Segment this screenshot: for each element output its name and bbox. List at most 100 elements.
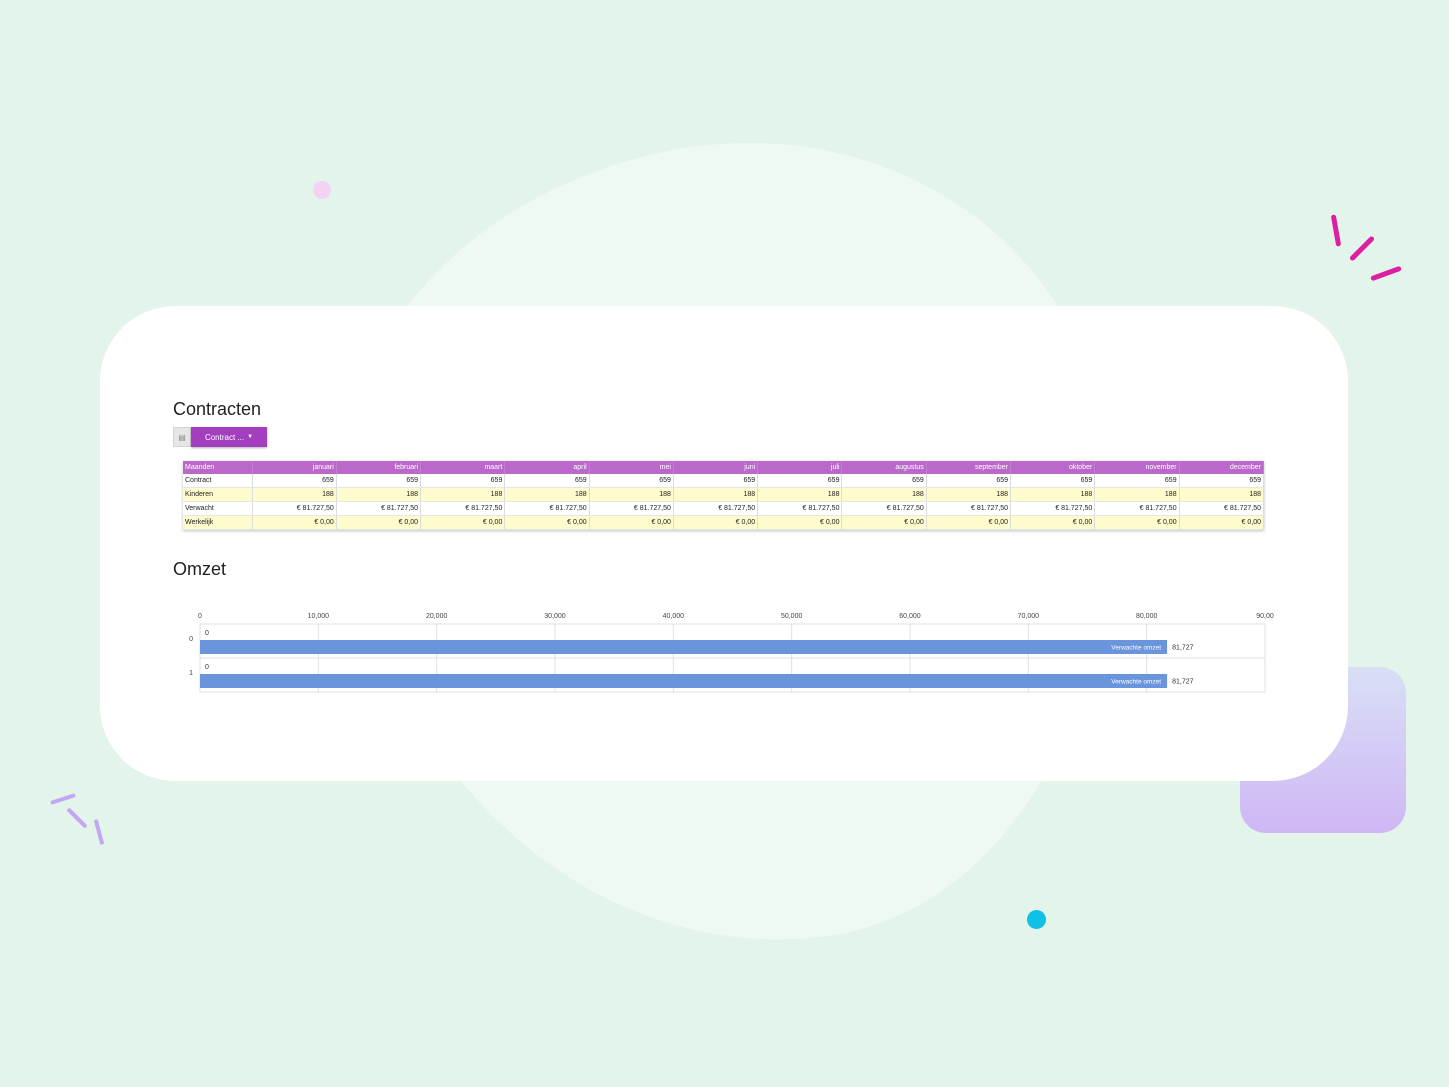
calendar-icon[interactable]: ▤ [173,427,191,447]
table-cell: 659 [1094,474,1180,488]
bar-value-label: 0 [205,630,209,637]
bar-inner-label: Verwachte omzet [1111,679,1161,686]
table-cell: € 0,00 [673,515,759,530]
table-cell: € 81.727,50 [504,501,590,516]
table-header-month: maart [420,461,506,474]
table-row: Verwacht € 81.727,50 € 81.727,50 € 81.727,5… [183,501,1265,516]
dashboard-card: Contracten ▤ Contract ... ▼ Maanden janua… [100,306,1348,781]
table-cell: 659 [1179,474,1265,488]
x-tick-label: 40,000 [663,613,685,620]
table-cell: 659 [1010,474,1096,488]
table-cell: 188 [926,487,1012,502]
table-header-month: december [1179,461,1265,474]
table-cell: € 0,00 [926,515,1012,530]
table-cell: € 81.727,50 [1179,501,1265,516]
table-row: Contract 659 659 659 659 659 659 659 659 659 659 65… [183,474,1265,488]
table-cell: 188 [504,487,590,502]
table-cell: € 0,00 [841,515,927,530]
table-row: Kinderen 188 188 188 188 188 188 188 188 188 188 18… [183,487,1265,502]
table-cell: € 0,00 [1094,515,1180,530]
table-cell: 659 [252,474,337,488]
bar-inner-label: Verwachte omzet [1111,645,1161,652]
contracts-table: Maanden januari februari maart april mei juni j… [183,461,1265,530]
table-cell: 659 [673,474,759,488]
table-header-label: Maanden [183,461,253,474]
bar-value-label: 81,727 [1172,645,1194,652]
table-cell: € 81.727,50 [841,501,927,516]
chevron-down-icon: ▼ [247,434,254,440]
x-tick-label: 20,000 [426,613,448,620]
contracts-title: Contracten [173,399,262,419]
table-cell: € 81.727,50 [673,501,759,516]
table-cell: € 0,00 [336,515,422,530]
table-cell: € 0,00 [252,515,337,530]
table-cell: € 81.727,50 [420,501,506,516]
table-header-month: januari [252,461,337,474]
table-cell: 188 [1179,487,1265,502]
table-cell: € 81.727,50 [589,501,674,516]
table-cell: 188 [757,487,843,502]
table-cell: € 81.727,50 [1010,501,1096,516]
table-cell: € 81.727,50 [757,501,843,516]
x-tick-label: 80,000 [1136,613,1158,620]
decorative-dot-cyan [1027,910,1046,929]
table-cell: 659 [841,474,927,488]
table-header-month: september [926,461,1012,474]
table-cell: 659 [926,474,1012,488]
contract-filter-label: Contract ... [204,432,245,442]
decorative-dash [1330,214,1342,247]
table-header-month: november [1094,461,1180,474]
row-label: Werkelijk [183,515,253,530]
table-header-month: juni [673,461,759,474]
table-cell: 659 [757,474,843,488]
row-label: Verwacht [183,501,253,516]
table-cell: € 0,00 [757,515,843,530]
decorative-dash [93,818,105,846]
bar [200,674,1168,688]
table-cell: 659 [336,474,422,488]
table-cell: € 0,00 [589,515,674,530]
row-label: Contract [183,474,253,488]
table-header-month: juli [757,461,843,474]
y-category-label: 0 [189,636,193,643]
bar-value-label: 0 [205,664,209,671]
table-cell: 659 [420,474,506,488]
x-tick-label: 0 [198,613,202,620]
y-category-label: 1 [189,670,193,677]
table-cell: 188 [589,487,674,502]
bar-value-label: 81,727 [1172,679,1194,686]
revenue-chart: 0 10,000 20,000 30,000 40,000 50,000 60,000 70,… [189,613,1274,693]
table-cell: 188 [673,487,759,502]
decorative-dash [1348,235,1376,262]
x-tick-label: 50,000 [781,613,803,620]
x-tick-label: 60,000 [899,613,921,620]
table-cell: € 0,00 [420,515,506,530]
table-cell: 188 [1010,487,1096,502]
table-cell: 659 [589,474,674,488]
x-tick-label: 30,000 [544,613,566,620]
table-header-month: februari [336,461,422,474]
decorative-dash [66,807,88,829]
table-header-month: oktober [1010,461,1096,474]
table-header-month: augustus [841,461,927,474]
bar [200,640,1168,654]
table-header-month: april [504,461,590,474]
revenue-title: Omzet [173,559,227,579]
row-label: Kinderen [183,487,253,502]
x-tick-label: 10,000 [308,613,330,620]
table-row: Werkelijk € 0,00 € 0,00 € 0,00 € 0,00 € 0,00 €… [183,515,1265,530]
table-cell: 188 [252,487,337,502]
contract-filter-group: ▤ Contract ... ▼ [173,427,267,447]
table-cell: € 81.727,50 [336,501,422,516]
x-tick-label: 90,00 [1256,613,1274,620]
decorative-dot-pink [313,181,331,199]
table-cell: € 0,00 [1179,515,1265,530]
decorative-dash [1370,265,1402,282]
x-tick-label: 70,000 [1018,613,1040,620]
contract-filter-button[interactable]: Contract ... ▼ [191,427,267,447]
table-cell: € 0,00 [1010,515,1096,530]
table-cell: 659 [504,474,590,488]
table-cell: 188 [841,487,927,502]
table-cell: € 81.727,50 [926,501,1012,516]
table-cell: 188 [336,487,422,502]
